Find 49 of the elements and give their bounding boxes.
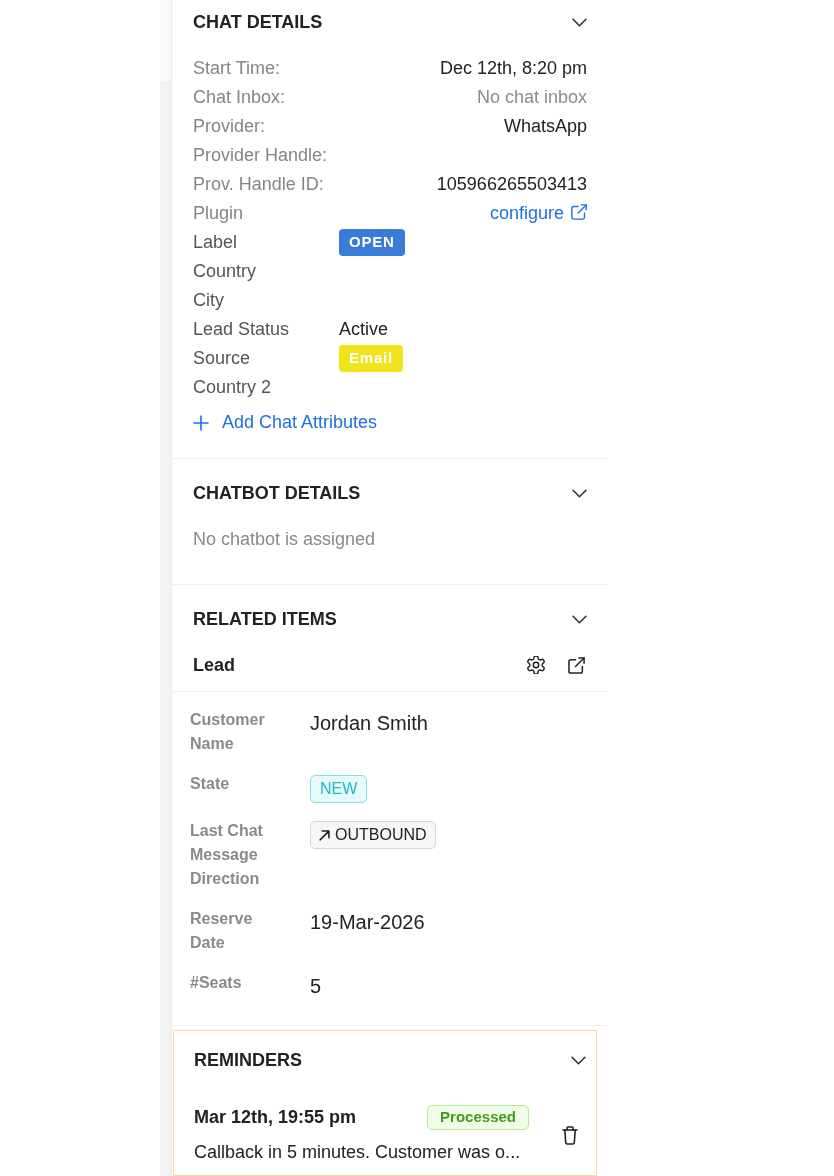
direction-text: OUTBOUND: [335, 825, 427, 845]
field-label: Provider:: [193, 115, 266, 138]
reminder-text: Callback in 5 minutes. Customer was o...: [194, 1141, 522, 1164]
field-label: Customer Name: [190, 710, 266, 754]
section-title: REMINDERS: [194, 1049, 302, 1072]
field-value: No chat inbox: [476, 86, 587, 109]
arrow-up-right-icon: [319, 829, 330, 841]
external-link-icon[interactable]: [568, 656, 585, 674]
chevron-down-icon[interactable]: [572, 614, 587, 624]
field-label: Chat Inbox:: [193, 86, 286, 109]
field-label: Source: [193, 347, 252, 370]
field-label: Label: [193, 231, 239, 254]
field-label: #Seats: [190, 973, 243, 993]
field-label: Country: [193, 260, 258, 283]
status-tag: Processed: [427, 1105, 529, 1130]
settings-icon[interactable]: [527, 656, 545, 674]
field-value: 5: [310, 974, 322, 999]
field-label: Plugin: [193, 202, 244, 225]
field-label: Prov. Handle ID:: [193, 173, 324, 196]
field-label: Reserve Date: [190, 909, 254, 953]
field-label: Country 2: [193, 376, 273, 399]
field-value: WhatsApp: [503, 115, 587, 138]
field-value: 105966265503413: [436, 173, 587, 196]
field-value: Active: [339, 318, 389, 341]
field-label: State: [190, 774, 231, 794]
configure-link[interactable]: configure: [489, 200, 587, 227]
reminder-time: Mar 12th, 19:55 pm: [194, 1106, 357, 1129]
field-label: Provider Handle:: [193, 144, 328, 167]
field-label: Lead Status: [193, 318, 291, 341]
field-label: City: [193, 289, 225, 312]
label-tag: Email: [339, 345, 404, 372]
field-value: Dec 12th, 8:20 pm: [439, 57, 587, 80]
field-value: 19-Mar-2026: [310, 910, 425, 935]
add-attributes-button[interactable]: Add Chat Attributes: [193, 408, 378, 437]
chevron-down-icon[interactable]: [571, 1055, 586, 1065]
trash-icon[interactable]: [562, 1125, 578, 1145]
section-title: CHATBOT DETAILS: [193, 482, 361, 505]
empty-message: No chatbot is assigned: [193, 528, 377, 551]
plus-icon: [193, 414, 209, 431]
field-value: Jordan Smith: [310, 711, 428, 736]
state-tag: NEW: [310, 775, 368, 803]
section-title: RELATED ITEMS: [193, 608, 337, 631]
chevron-down-icon[interactable]: [572, 17, 587, 27]
field-label: Start Time:: [193, 57, 281, 80]
field-label: Last Chat Message Direction: [190, 821, 264, 889]
lead-title: Lead: [193, 654, 235, 677]
section-title: CHAT DETAILS: [193, 11, 323, 34]
chevron-down-icon[interactable]: [572, 488, 587, 498]
label-tag: OPEN: [339, 229, 405, 256]
